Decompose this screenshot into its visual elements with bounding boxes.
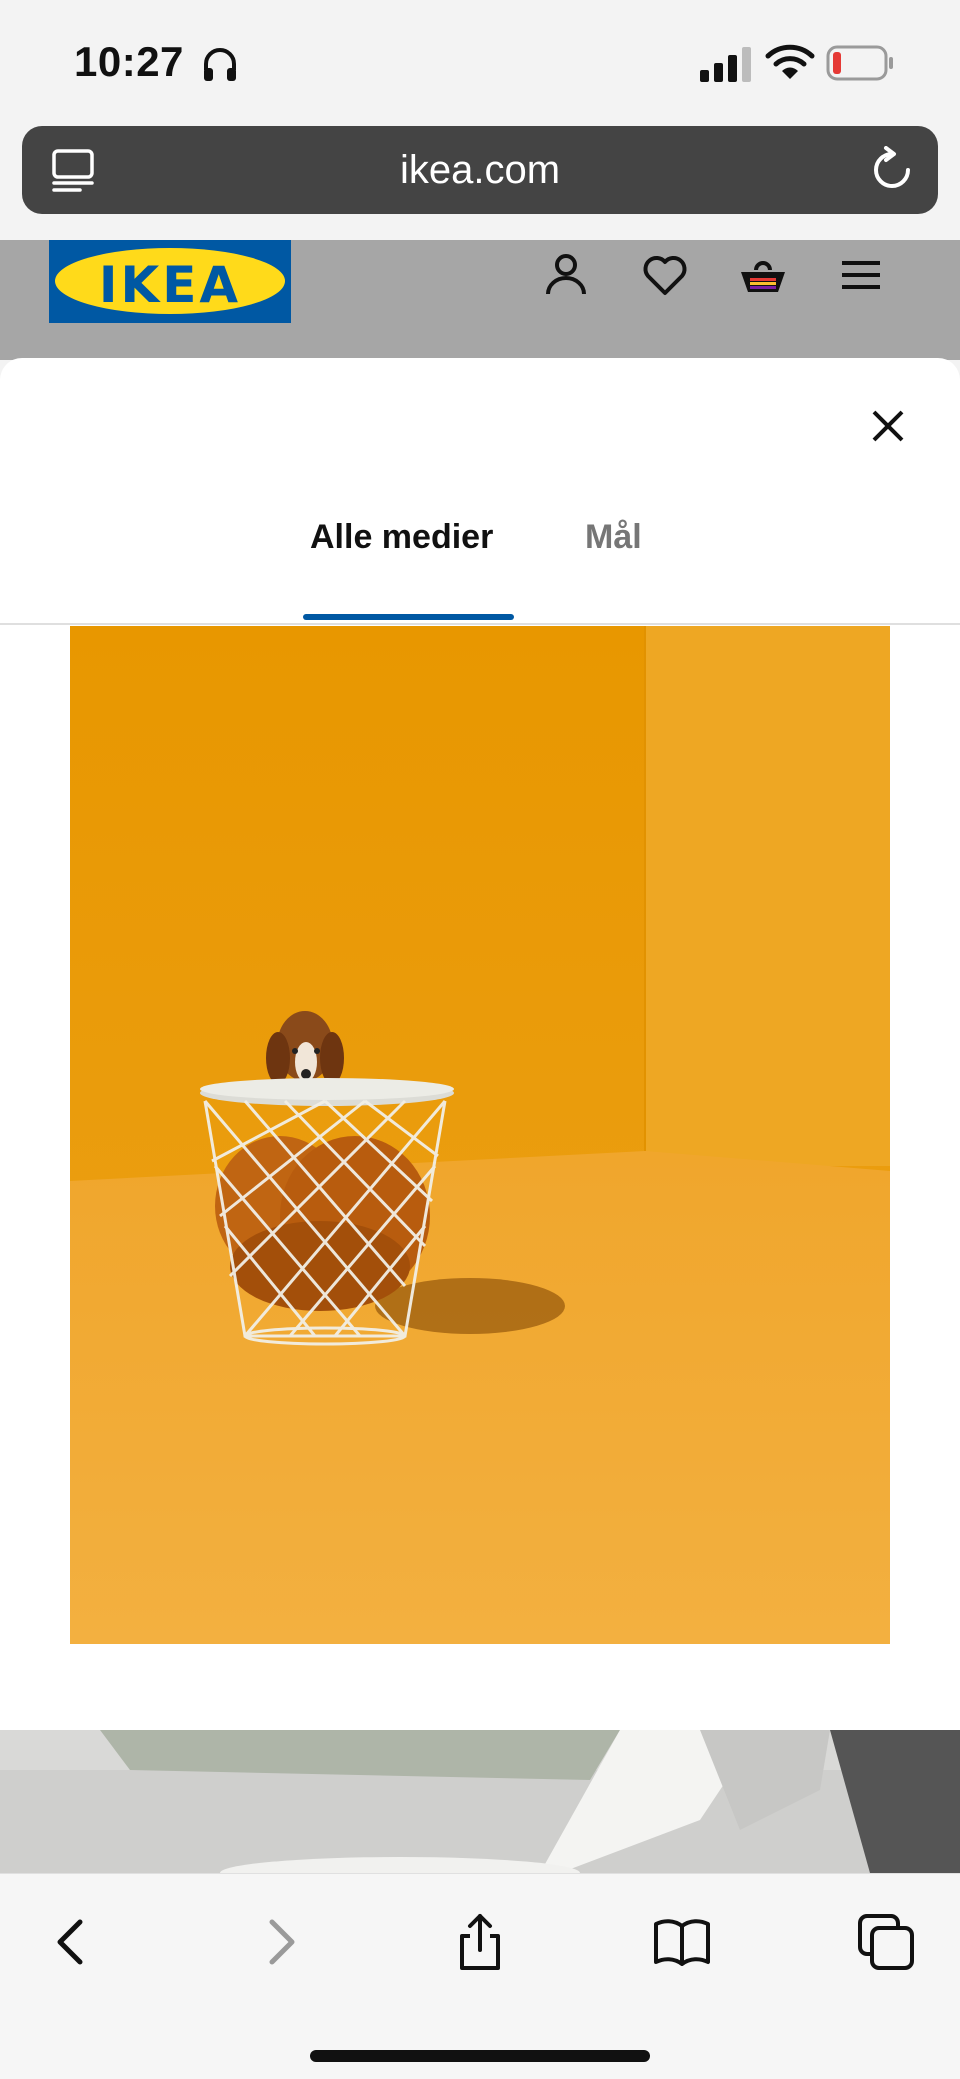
site-header: IKEA: [0, 240, 960, 360]
next-media-image[interactable]: [0, 1730, 960, 1873]
browser-toolbar: [0, 1873, 960, 2079]
account-icon[interactable]: [541, 250, 591, 300]
active-tab-indicator: [303, 614, 514, 620]
forward-icon[interactable]: [250, 1912, 310, 1972]
home-indicator: [310, 2050, 650, 2062]
url-text[interactable]: ikea.com: [22, 148, 938, 193]
ikea-logo[interactable]: IKEA: [49, 240, 291, 323]
shopping-bag-icon[interactable]: [738, 250, 788, 300]
close-icon[interactable]: [864, 402, 912, 450]
status-bar: 10:27: [0, 0, 960, 120]
back-icon[interactable]: [42, 1912, 102, 1972]
wishlist-heart-icon[interactable]: [640, 250, 690, 300]
battery-low-icon: [826, 45, 893, 81]
tab-all-media[interactable]: Alle medier: [310, 518, 493, 557]
media-modal: Alle medier Mål: [0, 358, 960, 1873]
menu-icon[interactable]: [836, 250, 886, 300]
status-time: 10:27: [74, 38, 184, 85]
wifi-icon: [765, 44, 815, 79]
tabs-icon[interactable]: [856, 1912, 916, 1972]
logo-text: IKEA: [98, 256, 242, 314]
headphones-icon: [204, 48, 236, 81]
media-tabs: Alle medier Mål: [0, 518, 960, 584]
share-icon[interactable]: [450, 1912, 510, 1972]
tabs-divider: [0, 623, 960, 625]
bookmarks-icon[interactable]: [652, 1912, 712, 1972]
tab-dimensions[interactable]: Mål: [585, 518, 642, 557]
reload-icon[interactable]: [868, 146, 916, 194]
product-image[interactable]: [70, 626, 890, 1644]
signal-icon: [700, 47, 751, 82]
address-bar[interactable]: ikea.com: [22, 126, 938, 214]
